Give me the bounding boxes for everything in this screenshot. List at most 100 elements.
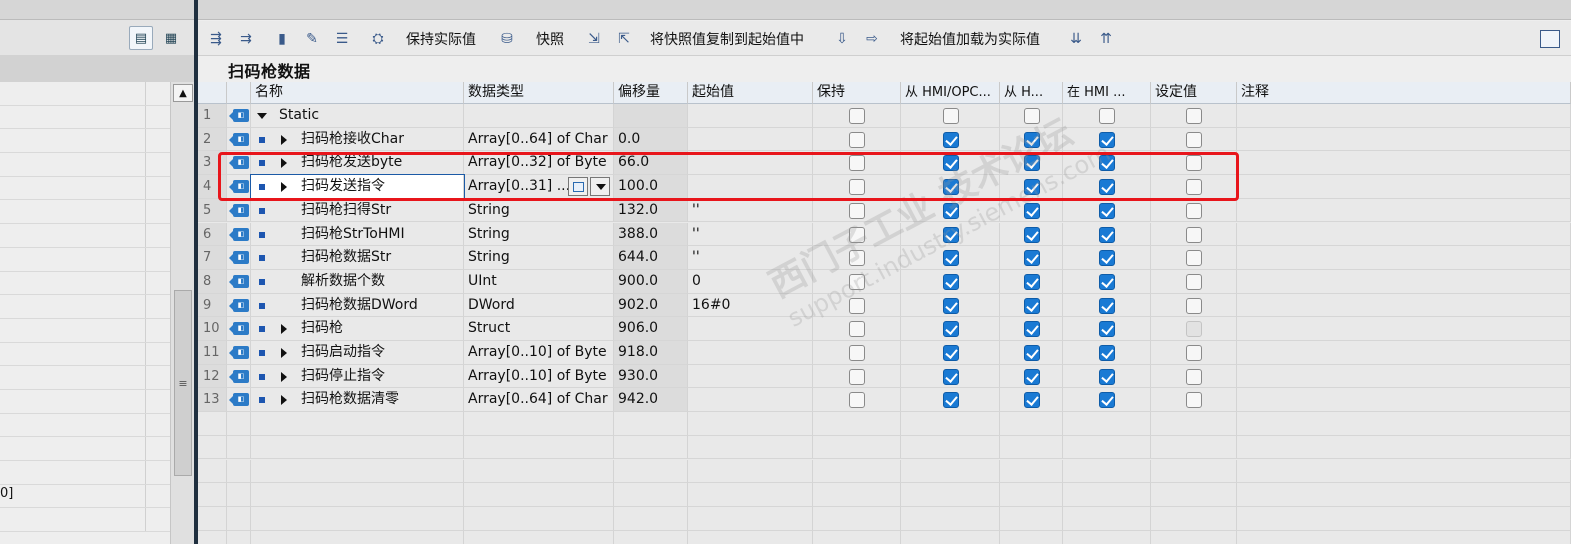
load-start-as-actual-button[interactable]: 将起始值加载为实际值 <box>900 28 1040 50</box>
checkbox-sp[interactable] <box>1186 202 1202 219</box>
monitor-icon[interactable]: ⛭ <box>366 28 390 50</box>
checkbox-c2[interactable] <box>1023 250 1040 267</box>
checkbox-retain[interactable] <box>849 202 865 219</box>
checkbox-c1[interactable] <box>942 226 959 243</box>
cell-name[interactable]: 扫码枪数据Str <box>251 246 464 270</box>
collapse-all-icon[interactable]: ✎ <box>300 28 324 50</box>
checkbox-sp[interactable] <box>1186 273 1202 290</box>
list-icon[interactable]: ☰ <box>330 28 354 50</box>
table-row[interactable] <box>198 483 1571 507</box>
checkbox-c3[interactable] <box>1099 273 1115 290</box>
cell-datatype[interactable]: String <box>464 246 614 270</box>
table-row[interactable] <box>198 435 1571 460</box>
checkbox-c1[interactable] <box>942 392 959 409</box>
table-row[interactable]: 5 ◧ 扫码枪扫得Str String 132.0 '' <box>198 198 1571 223</box>
expand-arrow-icon[interactable] <box>281 348 287 358</box>
cell-datatype[interactable]: Array[0..64] of Char <box>464 388 614 413</box>
checkbox-c1[interactable] <box>942 273 959 290</box>
checkbox-retain[interactable] <box>849 297 865 314</box>
cell-name[interactable]: 扫码枪数据DWord <box>251 293 464 318</box>
cell-start-value[interactable] <box>688 341 813 365</box>
checkbox-c1[interactable] <box>942 321 959 338</box>
checkbox-c2[interactable] <box>1023 226 1040 243</box>
expand-arrow-icon[interactable] <box>281 371 287 382</box>
expand-arrow-icon[interactable] <box>281 395 287 406</box>
checkbox-c1[interactable] <box>942 108 959 124</box>
checkbox-sp[interactable] <box>1186 345 1202 361</box>
checkbox-c3[interactable] <box>1099 345 1115 361</box>
checkbox-c3[interactable] <box>1099 321 1115 338</box>
checkbox-c1[interactable] <box>942 250 959 267</box>
snapshot-copy-icon[interactable]: ⇲ <box>582 28 606 50</box>
scroll-thumb[interactable]: ≡ <box>174 290 192 476</box>
cell-datatype[interactable]: String <box>464 222 614 247</box>
cell-start-value[interactable] <box>688 388 813 413</box>
cell-datatype[interactable]: UInt <box>464 269 614 294</box>
checkbox-c3[interactable] <box>1099 297 1115 314</box>
checkbox-sp[interactable] <box>1186 392 1202 409</box>
cell-datatype[interactable]: String <box>464 198 614 223</box>
checkbox-retain[interactable] <box>849 108 865 124</box>
table-row[interactable]: 10 ◧ 扫码枪 Struct 906.0 <box>198 317 1571 341</box>
header-start[interactable]: 起始值 <box>688 82 813 104</box>
checkbox-c2[interactable] <box>1023 273 1040 290</box>
header-in-hmi[interactable]: 在 HMI ... <box>1063 82 1151 104</box>
checkbox-sp[interactable] <box>1186 321 1202 338</box>
expand-all-icon[interactable]: ▮ <box>270 28 294 50</box>
header-setpoint[interactable]: 设定值 <box>1151 82 1237 104</box>
header-offset[interactable]: 偏移量 <box>614 82 688 104</box>
expand-arrow-icon[interactable] <box>281 324 287 335</box>
add-row-icon[interactable]: ⇉ <box>234 28 258 50</box>
table-row[interactable] <box>198 459 1571 484</box>
checkbox-c2[interactable] <box>1023 368 1040 385</box>
cell-start-value[interactable] <box>688 364 813 389</box>
checkbox-retain[interactable] <box>849 368 865 385</box>
cell-datatype[interactable]: Array[0..10] of Byte <box>464 341 614 365</box>
cell-name[interactable]: 扫码枪扫得Str <box>251 198 464 223</box>
checkbox-retain[interactable] <box>849 131 865 148</box>
cell-datatype[interactable]: Array[0..64] of Char <box>464 127 614 152</box>
cell-name[interactable]: 扫码枪接收Char <box>251 127 464 152</box>
insert-row-icon[interactable]: ⇶ <box>204 28 228 50</box>
table-row[interactable]: 6 ◧ 扫码枪StrToHMI String 388.0 '' <box>198 222 1571 247</box>
cell-start-value[interactable]: '' <box>688 198 813 223</box>
header-retain[interactable]: 保持 <box>813 82 901 104</box>
table-row[interactable] <box>198 530 1571 544</box>
checkbox-c1[interactable] <box>942 297 959 314</box>
checkbox-sp[interactable] <box>1186 250 1202 267</box>
checkbox-retain[interactable] <box>849 273 865 290</box>
load-icon[interactable]: ⇩ <box>830 28 854 50</box>
checkbox-c3[interactable] <box>1099 202 1115 219</box>
header-name[interactable]: 名称 <box>251 82 464 104</box>
cell-name[interactable]: 扫码枪数据清零 <box>251 388 464 413</box>
cell-start-value[interactable]: '' <box>688 222 813 247</box>
table-row[interactable] <box>198 412 1571 436</box>
snapshot-button[interactable]: 快照 <box>536 28 564 50</box>
database-icon[interactable]: ⛁ <box>495 28 519 50</box>
upload-icon[interactable]: ⇈ <box>1094 28 1118 50</box>
checkbox-c2[interactable] <box>1023 202 1040 219</box>
table-edit-icon[interactable]: ▦ <box>159 26 183 50</box>
cell-start-value[interactable] <box>688 104 813 128</box>
expand-arrow-icon[interactable] <box>281 134 287 145</box>
cell-datatype[interactable]: Struct <box>464 317 614 341</box>
table-row[interactable]: 13 ◧ 扫码枪数据清零 Array[0..64] of Char 942.0 <box>198 388 1571 413</box>
cell-name[interactable]: 解析数据个数 <box>251 269 464 294</box>
checkbox-retain[interactable] <box>849 345 865 361</box>
table-row[interactable] <box>198 506 1571 531</box>
cell-start-value[interactable] <box>688 127 813 152</box>
table-row[interactable]: 7 ◧ 扫码枪数据Str String 644.0 '' <box>198 246 1571 270</box>
load-start-icon[interactable]: ⇨ <box>860 28 884 50</box>
checkbox-c2[interactable] <box>1023 131 1040 148</box>
header-comment[interactable]: 注释 <box>1237 82 1571 104</box>
checkbox-sp[interactable] <box>1186 297 1202 314</box>
checkbox-c3[interactable] <box>1099 368 1115 385</box>
collapse-arrow-icon[interactable] <box>257 113 267 119</box>
cell-datatype[interactable] <box>464 104 614 128</box>
checkbox-sp[interactable] <box>1186 368 1202 385</box>
checkbox-c2[interactable] <box>1023 297 1040 314</box>
cell-name[interactable]: 扫码枪StrToHMI <box>251 222 464 247</box>
cell-name[interactable]: Static <box>251 104 464 128</box>
checkbox-c2[interactable] <box>1023 321 1040 338</box>
checkbox-c1[interactable] <box>942 368 959 385</box>
